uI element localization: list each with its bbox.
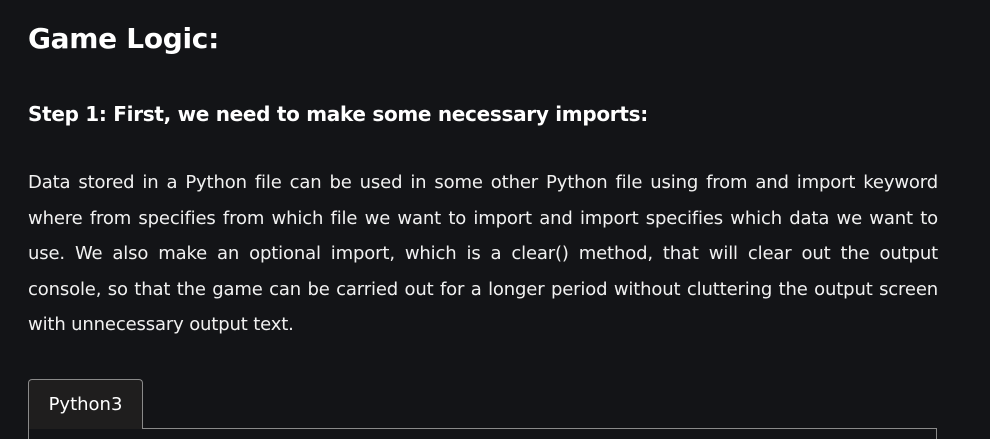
code-block: Python3	[28, 379, 937, 439]
body-paragraph: Data stored in a Python file can be used…	[28, 172, 938, 335]
step-title: Step 1: First, we need to make some nece…	[28, 102, 648, 126]
code-body	[28, 429, 937, 439]
section-title: Game Logic:	[28, 22, 220, 55]
tab-python3[interactable]: Python3	[28, 379, 143, 429]
